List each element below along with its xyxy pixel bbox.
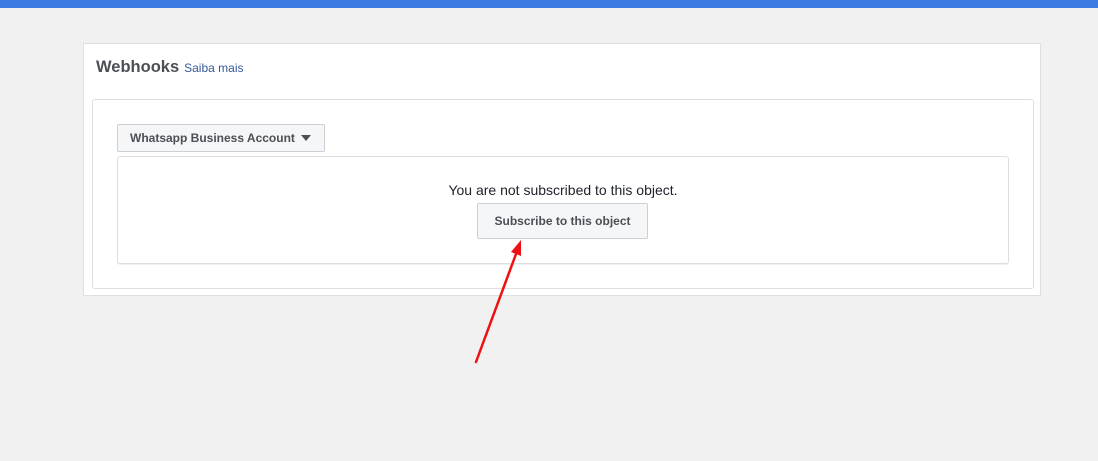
subscription-box: You are not subscribed to this object. S… xyxy=(117,156,1009,264)
page-title: Webhooks xyxy=(96,58,180,76)
top-nav-bar xyxy=(0,0,1098,8)
object-select-label: Whatsapp Business Account xyxy=(130,131,295,145)
object-select-dropdown[interactable]: Whatsapp Business Account xyxy=(117,124,325,152)
webhook-settings-panel: Whatsapp Business Account You are not su… xyxy=(92,99,1034,289)
learn-more-link[interactable]: Saiba mais xyxy=(184,61,243,75)
webhooks-panel: Webhooks Saiba mais Whatsapp Business Ac… xyxy=(83,43,1041,296)
caret-down-icon xyxy=(300,135,311,141)
subscription-status-text: You are not subscribed to this object. xyxy=(448,182,678,198)
panel-header: Webhooks Saiba mais xyxy=(96,58,244,77)
subscribe-button[interactable]: Subscribe to this object xyxy=(477,203,648,239)
